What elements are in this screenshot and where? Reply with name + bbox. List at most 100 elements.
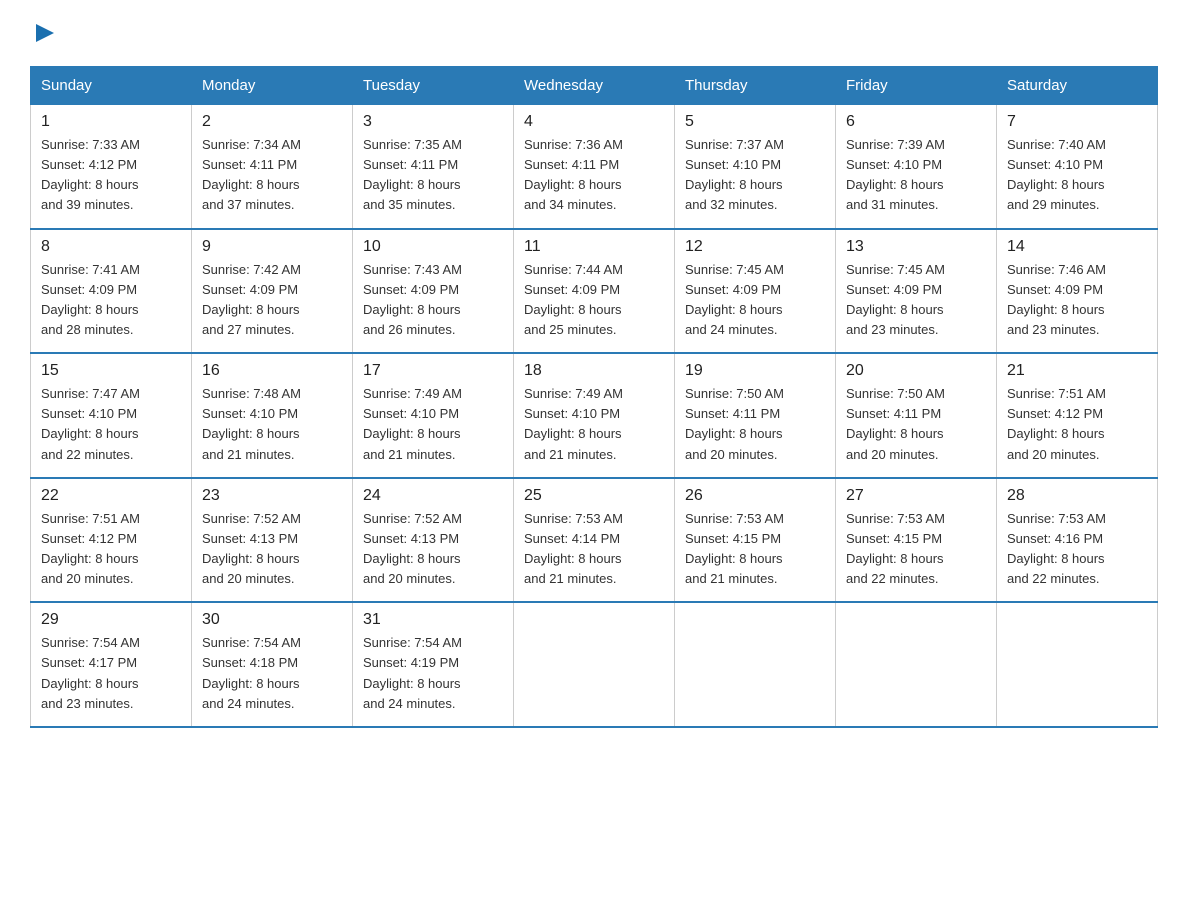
- calendar-day-cell: 21 Sunrise: 7:51 AM Sunset: 4:12 PM Dayl…: [997, 353, 1158, 478]
- calendar-day-cell: 17 Sunrise: 7:49 AM Sunset: 4:10 PM Dayl…: [353, 353, 514, 478]
- logo: [30, 20, 56, 48]
- day-info: Sunrise: 7:37 AM Sunset: 4:10 PM Dayligh…: [685, 135, 825, 216]
- day-info: Sunrise: 7:54 AM Sunset: 4:19 PM Dayligh…: [363, 633, 503, 714]
- calendar-table: SundayMondayTuesdayWednesdayThursdayFrid…: [30, 66, 1158, 728]
- day-info: Sunrise: 7:51 AM Sunset: 4:12 PM Dayligh…: [1007, 384, 1147, 465]
- day-number: 13: [846, 238, 986, 256]
- day-info: Sunrise: 7:53 AM Sunset: 4:15 PM Dayligh…: [685, 509, 825, 590]
- day-number: 7: [1007, 113, 1147, 131]
- day-info: Sunrise: 7:51 AM Sunset: 4:12 PM Dayligh…: [41, 509, 181, 590]
- calendar-day-cell: 9 Sunrise: 7:42 AM Sunset: 4:09 PM Dayli…: [192, 229, 353, 354]
- calendar-day-cell: 1 Sunrise: 7:33 AM Sunset: 4:12 PM Dayli…: [31, 105, 192, 229]
- day-info: Sunrise: 7:50 AM Sunset: 4:11 PM Dayligh…: [846, 384, 986, 465]
- day-number: 11: [524, 238, 664, 256]
- day-info: Sunrise: 7:52 AM Sunset: 4:13 PM Dayligh…: [363, 509, 503, 590]
- day-info: Sunrise: 7:46 AM Sunset: 4:09 PM Dayligh…: [1007, 260, 1147, 341]
- calendar-day-cell: [836, 602, 997, 727]
- calendar-day-cell: 19 Sunrise: 7:50 AM Sunset: 4:11 PM Dayl…: [675, 353, 836, 478]
- day-info: Sunrise: 7:49 AM Sunset: 4:10 PM Dayligh…: [363, 384, 503, 465]
- calendar-day-cell: 11 Sunrise: 7:44 AM Sunset: 4:09 PM Dayl…: [514, 229, 675, 354]
- calendar-day-cell: 16 Sunrise: 7:48 AM Sunset: 4:10 PM Dayl…: [192, 353, 353, 478]
- day-of-week-header: Thursday: [675, 67, 836, 105]
- day-info: Sunrise: 7:50 AM Sunset: 4:11 PM Dayligh…: [685, 384, 825, 465]
- day-number: 30: [202, 611, 342, 629]
- day-of-week-header: Tuesday: [353, 67, 514, 105]
- calendar-day-cell: [514, 602, 675, 727]
- day-number: 16: [202, 362, 342, 380]
- calendar-day-cell: 29 Sunrise: 7:54 AM Sunset: 4:17 PM Dayl…: [31, 602, 192, 727]
- day-info: Sunrise: 7:53 AM Sunset: 4:14 PM Dayligh…: [524, 509, 664, 590]
- day-number: 15: [41, 362, 181, 380]
- page-header: [30, 20, 1158, 48]
- calendar-header-row: SundayMondayTuesdayWednesdayThursdayFrid…: [31, 67, 1158, 105]
- day-number: 19: [685, 362, 825, 380]
- calendar-day-cell: 24 Sunrise: 7:52 AM Sunset: 4:13 PM Dayl…: [353, 478, 514, 603]
- day-of-week-header: Sunday: [31, 67, 192, 105]
- calendar-day-cell: 31 Sunrise: 7:54 AM Sunset: 4:19 PM Dayl…: [353, 602, 514, 727]
- day-number: 4: [524, 113, 664, 131]
- calendar-week-row: 29 Sunrise: 7:54 AM Sunset: 4:17 PM Dayl…: [31, 602, 1158, 727]
- day-number: 28: [1007, 487, 1147, 505]
- day-number: 26: [685, 487, 825, 505]
- day-info: Sunrise: 7:53 AM Sunset: 4:16 PM Dayligh…: [1007, 509, 1147, 590]
- day-number: 10: [363, 238, 503, 256]
- day-info: Sunrise: 7:43 AM Sunset: 4:09 PM Dayligh…: [363, 260, 503, 341]
- day-info: Sunrise: 7:52 AM Sunset: 4:13 PM Dayligh…: [202, 509, 342, 590]
- day-number: 29: [41, 611, 181, 629]
- day-of-week-header: Saturday: [997, 67, 1158, 105]
- calendar-day-cell: [997, 602, 1158, 727]
- day-number: 1: [41, 113, 181, 131]
- day-info: Sunrise: 7:39 AM Sunset: 4:10 PM Dayligh…: [846, 135, 986, 216]
- calendar-day-cell: 20 Sunrise: 7:50 AM Sunset: 4:11 PM Dayl…: [836, 353, 997, 478]
- calendar-day-cell: 10 Sunrise: 7:43 AM Sunset: 4:09 PM Dayl…: [353, 229, 514, 354]
- day-number: 18: [524, 362, 664, 380]
- day-number: 8: [41, 238, 181, 256]
- day-number: 22: [41, 487, 181, 505]
- calendar-week-row: 22 Sunrise: 7:51 AM Sunset: 4:12 PM Dayl…: [31, 478, 1158, 603]
- calendar-day-cell: [675, 602, 836, 727]
- day-of-week-header: Monday: [192, 67, 353, 105]
- day-number: 21: [1007, 362, 1147, 380]
- calendar-day-cell: 13 Sunrise: 7:45 AM Sunset: 4:09 PM Dayl…: [836, 229, 997, 354]
- day-info: Sunrise: 7:49 AM Sunset: 4:10 PM Dayligh…: [524, 384, 664, 465]
- calendar-day-cell: 18 Sunrise: 7:49 AM Sunset: 4:10 PM Dayl…: [514, 353, 675, 478]
- day-number: 12: [685, 238, 825, 256]
- calendar-day-cell: 12 Sunrise: 7:45 AM Sunset: 4:09 PM Dayl…: [675, 229, 836, 354]
- day-info: Sunrise: 7:45 AM Sunset: 4:09 PM Dayligh…: [685, 260, 825, 341]
- calendar-day-cell: 23 Sunrise: 7:52 AM Sunset: 4:13 PM Dayl…: [192, 478, 353, 603]
- day-of-week-header: Friday: [836, 67, 997, 105]
- day-info: Sunrise: 7:54 AM Sunset: 4:18 PM Dayligh…: [202, 633, 342, 714]
- day-number: 14: [1007, 238, 1147, 256]
- day-info: Sunrise: 7:42 AM Sunset: 4:09 PM Dayligh…: [202, 260, 342, 341]
- day-info: Sunrise: 7:41 AM Sunset: 4:09 PM Dayligh…: [41, 260, 181, 341]
- day-number: 23: [202, 487, 342, 505]
- day-info: Sunrise: 7:44 AM Sunset: 4:09 PM Dayligh…: [524, 260, 664, 341]
- calendar-day-cell: 5 Sunrise: 7:37 AM Sunset: 4:10 PM Dayli…: [675, 105, 836, 229]
- day-of-week-header: Wednesday: [514, 67, 675, 105]
- calendar-day-cell: 28 Sunrise: 7:53 AM Sunset: 4:16 PM Dayl…: [997, 478, 1158, 603]
- calendar-day-cell: 26 Sunrise: 7:53 AM Sunset: 4:15 PM Dayl…: [675, 478, 836, 603]
- calendar-week-row: 1 Sunrise: 7:33 AM Sunset: 4:12 PM Dayli…: [31, 105, 1158, 229]
- day-info: Sunrise: 7:33 AM Sunset: 4:12 PM Dayligh…: [41, 135, 181, 216]
- day-number: 27: [846, 487, 986, 505]
- day-info: Sunrise: 7:54 AM Sunset: 4:17 PM Dayligh…: [41, 633, 181, 714]
- calendar-day-cell: 30 Sunrise: 7:54 AM Sunset: 4:18 PM Dayl…: [192, 602, 353, 727]
- calendar-day-cell: 14 Sunrise: 7:46 AM Sunset: 4:09 PM Dayl…: [997, 229, 1158, 354]
- calendar-day-cell: 27 Sunrise: 7:53 AM Sunset: 4:15 PM Dayl…: [836, 478, 997, 603]
- day-info: Sunrise: 7:40 AM Sunset: 4:10 PM Dayligh…: [1007, 135, 1147, 216]
- calendar-day-cell: 8 Sunrise: 7:41 AM Sunset: 4:09 PM Dayli…: [31, 229, 192, 354]
- calendar-day-cell: 4 Sunrise: 7:36 AM Sunset: 4:11 PM Dayli…: [514, 105, 675, 229]
- calendar-day-cell: 6 Sunrise: 7:39 AM Sunset: 4:10 PM Dayli…: [836, 105, 997, 229]
- day-number: 24: [363, 487, 503, 505]
- logo-triangle-icon: [34, 22, 56, 44]
- day-number: 31: [363, 611, 503, 629]
- day-number: 20: [846, 362, 986, 380]
- day-info: Sunrise: 7:47 AM Sunset: 4:10 PM Dayligh…: [41, 384, 181, 465]
- calendar-day-cell: 7 Sunrise: 7:40 AM Sunset: 4:10 PM Dayli…: [997, 105, 1158, 229]
- calendar-day-cell: 3 Sunrise: 7:35 AM Sunset: 4:11 PM Dayli…: [353, 105, 514, 229]
- day-info: Sunrise: 7:36 AM Sunset: 4:11 PM Dayligh…: [524, 135, 664, 216]
- calendar-day-cell: 2 Sunrise: 7:34 AM Sunset: 4:11 PM Dayli…: [192, 105, 353, 229]
- calendar-day-cell: 15 Sunrise: 7:47 AM Sunset: 4:10 PM Dayl…: [31, 353, 192, 478]
- calendar-day-cell: 22 Sunrise: 7:51 AM Sunset: 4:12 PM Dayl…: [31, 478, 192, 603]
- day-info: Sunrise: 7:53 AM Sunset: 4:15 PM Dayligh…: [846, 509, 986, 590]
